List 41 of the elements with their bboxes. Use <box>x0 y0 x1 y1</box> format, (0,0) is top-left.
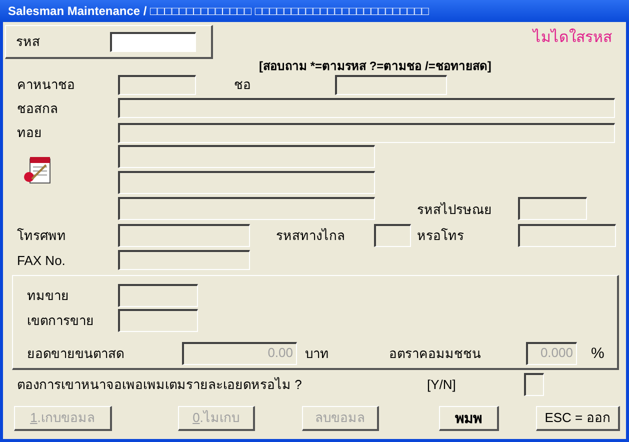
field-label: รหสทางไกล <box>276 226 346 244</box>
answer-field[interactable] <box>524 372 544 396</box>
field-label: หรอโทร <box>417 226 465 244</box>
address-field[interactable] <box>118 171 375 194</box>
search-hint: [สอบถาม *=ตามรหส ?=ตามชอ /=ชอทายสด] <box>259 58 492 74</box>
field-label: คาหนาชอ <box>17 76 76 94</box>
action-button[interactable]: ESC = ออก <box>536 406 620 430</box>
field-label: ชอสกล <box>17 100 59 118</box>
window-title: Salesman Maintenance / □□□□□□□□□□□□□□ □□□□□□□□□□□□□□□□□□□□□□□□ <box>0 0 629 22</box>
code-label: รหส <box>16 33 41 51</box>
question-text: ตองการเขาหนาจอเพอเพมเตมรายละเอยดหรอไม ? <box>17 376 303 394</box>
fax-field[interactable] <box>118 250 250 270</box>
field-label: เขตการขาย <box>27 312 95 330</box>
address-field[interactable] <box>118 197 375 220</box>
unit-label: % <box>591 344 605 362</box>
field-label: ทอย <box>17 124 43 142</box>
status-text: ไมไดใสรหส <box>533 28 612 48</box>
prefix-field[interactable] <box>118 74 196 94</box>
commission-field[interactable]: 0.000 <box>526 342 577 364</box>
phone-field[interactable] <box>118 224 250 246</box>
first-name-field[interactable] <box>335 74 447 94</box>
field-label: อตราคอมมชชน <box>389 344 482 362</box>
address-field[interactable] <box>118 122 615 142</box>
field-label: ชอ <box>234 76 252 94</box>
yn-hint: [Y/N] <box>427 376 457 392</box>
field-label: โทรศพท <box>17 226 67 244</box>
postal-code-field[interactable] <box>518 197 587 220</box>
field-label: ทมขาย <box>27 287 70 305</box>
extension-field[interactable] <box>518 224 616 246</box>
field-label: รหสไปรษณย <box>417 201 493 219</box>
unit-label: บาท <box>305 344 330 362</box>
area-code-field[interactable] <box>374 224 411 246</box>
field-label: ยอดขายขนตาสด <box>27 344 125 362</box>
sales-team-field[interactable] <box>118 284 198 307</box>
code-field[interactable] <box>110 32 196 52</box>
last-name-field[interactable] <box>118 98 615 118</box>
address-field[interactable] <box>118 145 375 168</box>
minimum-sales-field[interactable]: 0.00 <box>182 342 297 364</box>
sales-region-field[interactable] <box>118 309 198 332</box>
field-label: FAX No. <box>17 252 66 268</box>
action-button[interactable]: พมพ <box>439 406 499 430</box>
